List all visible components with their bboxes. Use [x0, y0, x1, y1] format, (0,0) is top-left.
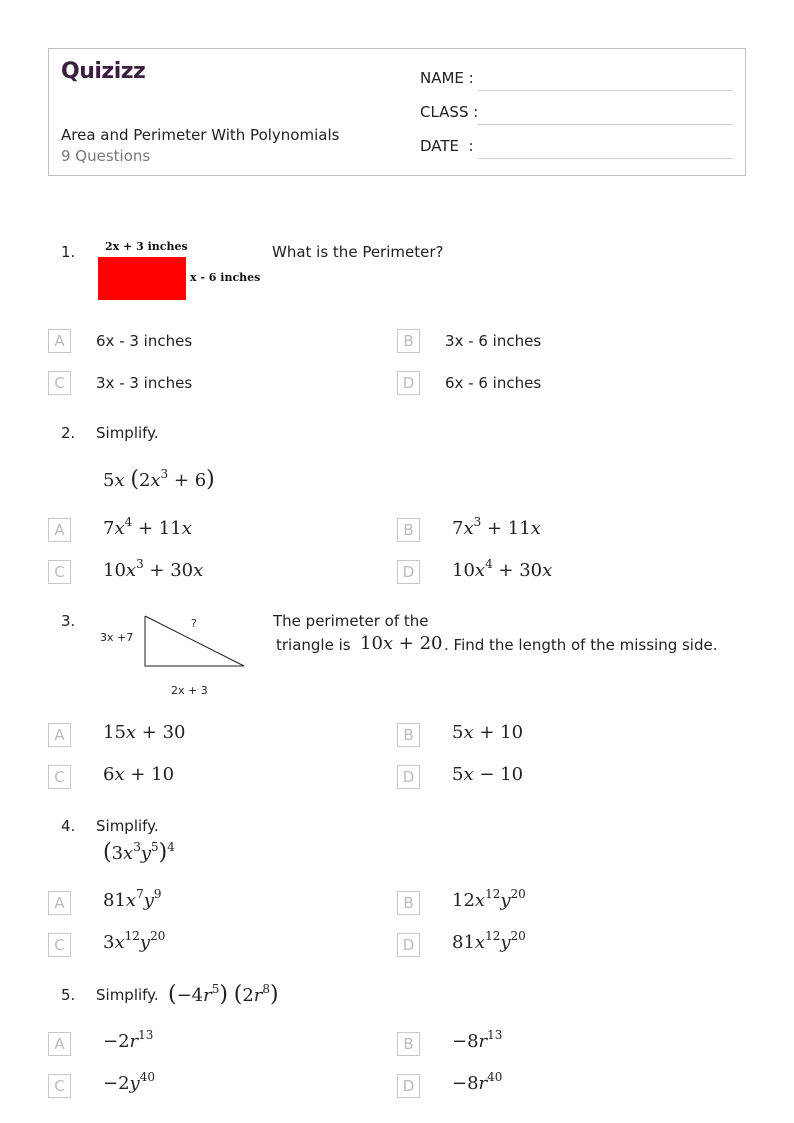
- triangle-left-label: 3x +7: [100, 631, 134, 644]
- question-prompt-line2-post: . Find the length of the missing side.: [444, 636, 718, 654]
- question-number: 2.: [61, 424, 76, 442]
- question-prompt-line2-pre: triangle is: [276, 636, 351, 654]
- question-expression: (−4r5) (2r8): [168, 982, 279, 1007]
- option-c-box[interactable]: C: [48, 933, 71, 957]
- question-prompt: Simplify.: [96, 817, 159, 835]
- option-b-box[interactable]: B: [397, 329, 420, 353]
- name-label: NAME :: [420, 69, 474, 87]
- triangle-bottom-label: 2x + 3: [171, 684, 208, 697]
- option-b-box[interactable]: B: [397, 1032, 420, 1056]
- option-d-box[interactable]: D: [397, 560, 420, 584]
- question-expression: 10x + 20: [360, 633, 443, 654]
- question-prompt: Simplify.: [96, 424, 159, 442]
- option-c-text[interactable]: 6x + 10: [103, 764, 174, 785]
- option-d-text[interactable]: 5x − 10: [452, 764, 523, 785]
- class-label: CLASS :: [420, 103, 479, 121]
- rect-side-label: x - 6 inches: [190, 271, 261, 284]
- option-a-box[interactable]: A: [48, 891, 71, 915]
- option-d-box[interactable]: D: [397, 371, 420, 395]
- option-c-box[interactable]: C: [48, 765, 71, 789]
- triangle-hyp-label: ?: [191, 617, 197, 630]
- option-d-text[interactable]: 6x - 6 inches: [445, 374, 541, 392]
- option-b-text[interactable]: −8r13: [452, 1029, 502, 1052]
- question-number: 1.: [61, 243, 76, 261]
- option-c-text[interactable]: 3x12y20: [103, 930, 165, 953]
- option-d-text[interactable]: 10x4 + 30x: [452, 558, 552, 581]
- question-prompt: Simplify.: [96, 986, 159, 1004]
- worksheet-header: Quizizz Area and Perimeter With Polynomi…: [48, 48, 746, 176]
- option-b-box[interactable]: B: [397, 518, 420, 542]
- question-number: 3.: [61, 612, 76, 630]
- question-prompt: What is the Perimeter?: [272, 243, 444, 261]
- question-number: 4.: [61, 817, 76, 835]
- option-d-box[interactable]: D: [397, 933, 420, 957]
- option-a-text[interactable]: 6x - 3 inches: [96, 332, 192, 350]
- option-b-text[interactable]: 7x3 + 11x: [452, 516, 541, 539]
- quizizz-logo: Quizizz: [61, 59, 146, 84]
- option-c-box[interactable]: C: [48, 1074, 71, 1098]
- option-a-box[interactable]: A: [48, 518, 71, 542]
- name-line[interactable]: [478, 90, 733, 91]
- option-a-box[interactable]: A: [48, 723, 71, 747]
- question-expression: 5x (2x3 + 6): [103, 467, 215, 492]
- option-c-box[interactable]: C: [48, 371, 71, 395]
- date-line[interactable]: [478, 158, 733, 159]
- rect-top-label: 2x + 3 inches: [105, 240, 188, 253]
- option-b-text[interactable]: 12x12y20: [452, 888, 526, 911]
- option-c-box[interactable]: C: [48, 560, 71, 584]
- rectangle-figure: [98, 257, 186, 300]
- worksheet-title: Area and Perimeter With Polynomials: [61, 126, 340, 144]
- option-b-text[interactable]: 3x - 6 inches: [445, 332, 541, 350]
- option-a-text[interactable]: −2r13: [103, 1029, 153, 1052]
- option-c-text[interactable]: −2y40: [103, 1071, 155, 1094]
- option-a-box[interactable]: A: [48, 329, 71, 353]
- option-d-box[interactable]: D: [397, 1074, 420, 1098]
- option-b-box[interactable]: B: [397, 723, 420, 747]
- option-b-text[interactable]: 5x + 10: [452, 722, 523, 743]
- option-a-text[interactable]: 7x4 + 11x: [103, 516, 192, 539]
- option-a-box[interactable]: A: [48, 1032, 71, 1056]
- option-a-text[interactable]: 15x + 30: [103, 722, 186, 743]
- question-number: 5.: [61, 986, 76, 1004]
- option-d-box[interactable]: D: [397, 765, 420, 789]
- option-d-text[interactable]: −8r40: [452, 1071, 502, 1094]
- question-count: 9 Questions: [61, 147, 151, 165]
- class-line[interactable]: [478, 124, 733, 125]
- question-expression: (3x3y5)4: [103, 840, 175, 865]
- question-prompt-line1: The perimeter of the: [273, 612, 429, 630]
- option-a-text[interactable]: 81x7y9: [103, 888, 162, 911]
- date-label: DATE :: [420, 137, 474, 155]
- option-b-box[interactable]: B: [397, 891, 420, 915]
- option-d-text[interactable]: 81x12y20: [452, 930, 526, 953]
- option-c-text[interactable]: 10x3 + 30x: [103, 558, 203, 581]
- option-c-text[interactable]: 3x - 3 inches: [96, 374, 192, 392]
